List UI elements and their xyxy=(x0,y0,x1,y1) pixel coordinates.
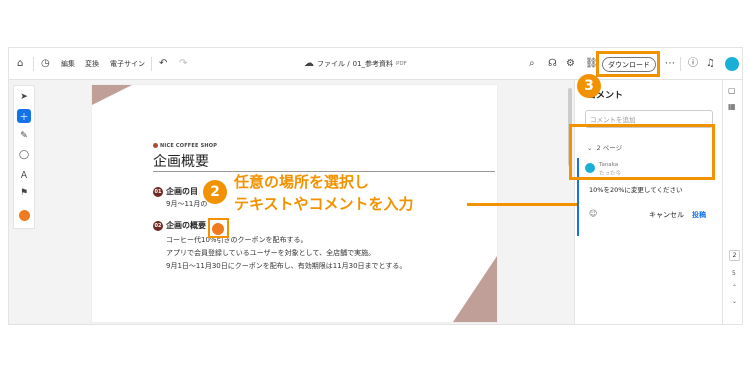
body-text: 9月1日～11月30日にクーポンを配布し、有効期限は11月30日までとする。 xyxy=(166,262,407,270)
edit-label: 編集 xyxy=(61,60,75,68)
download-highlight-box xyxy=(596,51,660,77)
esign-label: 電子サイン xyxy=(110,60,145,68)
decorative-corner-shape xyxy=(453,256,497,322)
step-3-badge: 3 xyxy=(577,74,601,98)
top-toolbar: ⌂ ◷ 編集 変換 電子サイン ↶ ↷ ☁ ファイル / 01_参考資料 PDF… xyxy=(9,48,742,80)
section-number-badge: 01 xyxy=(153,186,163,197)
step-2-badge: 2 xyxy=(203,180,227,204)
clock-icon[interactable]: ◷ xyxy=(41,48,50,80)
decorative-corner-shape xyxy=(92,85,132,105)
comment-text-input[interactable]: 10%を20%に変更してください xyxy=(581,180,715,202)
redo-icon[interactable]: ↷ xyxy=(179,48,187,80)
page-down-icon[interactable]: ⌄ xyxy=(732,298,737,305)
text-box-icon[interactable]: Ａ xyxy=(17,167,31,181)
section-heading: 01 企画の目 xyxy=(153,186,198,197)
convert-menu[interactable]: 変換 xyxy=(85,48,99,80)
breadcrumb-prefix: ファイル / xyxy=(317,60,350,68)
add-comment-icon[interactable]: ＋ xyxy=(17,109,31,123)
left-toolbar: ➤ ＋ ✎ ◯ Ａ ⚑ xyxy=(13,85,35,229)
divider xyxy=(151,57,152,71)
section-heading-text: 企画の概要 xyxy=(166,221,206,230)
undo-icon[interactable]: ↶ xyxy=(159,48,167,80)
select-cursor-icon[interactable]: ➤ xyxy=(17,90,31,104)
current-page-indicator[interactable]: 2 xyxy=(729,250,740,261)
comments-panel: コメント コメントを追加 ⌄ 2 ページ Tanaka たった今 10%を20%… xyxy=(574,80,722,324)
bell-icon[interactable]: ♫ xyxy=(706,48,715,80)
section-heading: 02 企画の概要 xyxy=(153,220,206,231)
file-breadcrumb[interactable]: ☁ ファイル / 01_参考資料 PDF xyxy=(304,48,407,80)
comment-input-highlight-box xyxy=(569,124,715,180)
avatar[interactable] xyxy=(725,57,739,71)
help-icon[interactable]: ⓘ xyxy=(688,48,698,80)
section-heading-text: 企画の目 xyxy=(166,187,198,196)
more-icon[interactable]: ⋯ xyxy=(665,48,675,80)
divider xyxy=(33,57,34,71)
esign-menu[interactable]: 電子サイン xyxy=(110,48,145,80)
pen-icon[interactable]: ✎ xyxy=(17,129,31,143)
logo-mark-icon xyxy=(153,143,158,148)
stamp-icon[interactable]: ⚑ xyxy=(17,186,31,200)
screenshot-stage: ⌂ ◷ 編集 変換 電子サイン ↶ ↷ ☁ ファイル / 01_参考資料 PDF… xyxy=(0,0,750,375)
logo-text: NICE COFFEE SHOP xyxy=(160,143,218,149)
emoji-icon[interactable]: ☺ xyxy=(589,209,597,218)
comments-panel-icon[interactable]: ▢ xyxy=(728,86,736,95)
settings-icon[interactable]: ⚙ xyxy=(566,48,575,80)
thumbnails-icon[interactable]: ▦ xyxy=(728,102,736,111)
right-rail: ▢ ▦ 2 5 ⌃ ⌄ xyxy=(722,80,742,324)
cancel-button[interactable]: キャンセル xyxy=(649,210,684,220)
add-comment-placeholder: コメントを追加 xyxy=(590,116,636,124)
cloud-icon: ☁ xyxy=(304,58,314,69)
headset-icon[interactable]: ☊ xyxy=(548,48,557,80)
home-icon[interactable]: ⌂ xyxy=(17,48,23,80)
divider xyxy=(680,57,681,71)
post-button[interactable]: 投稿 xyxy=(692,210,706,220)
instruction-line-1: 任意の場所を選択し xyxy=(234,173,370,191)
document-title: 企画概要 xyxy=(153,154,209,170)
instruction-line-2: テキストやコメントを入力 xyxy=(234,195,414,213)
body-text: 9月～11月の xyxy=(166,200,208,208)
callout-connector-line xyxy=(467,203,577,206)
lasso-icon[interactable]: ◯ xyxy=(17,148,31,162)
body-text: コーヒー代10%引きのクーポンを配布する。 xyxy=(166,236,308,244)
instruction-callout: 任意の場所を選択し テキストやコメントを入力 xyxy=(234,171,414,215)
shop-logo: NICE COFFEE SHOP xyxy=(153,143,217,149)
body-text: アプリで会員登録しているユーザーを対象として、全店舗で実施。 xyxy=(166,249,376,257)
page-count: 5 xyxy=(732,270,736,277)
file-name: 01_参考資料 xyxy=(352,60,394,68)
file-type-badge: PDF xyxy=(396,61,407,67)
edit-menu[interactable]: 編集 xyxy=(61,48,75,80)
search-icon[interactable]: ⌕ xyxy=(529,48,535,80)
section-number-badge: 02 xyxy=(153,220,163,231)
convert-label: 変換 xyxy=(85,60,99,68)
color-picker-icon[interactable] xyxy=(19,210,30,221)
comment-pin-highlight-box xyxy=(208,218,229,238)
page-up-icon[interactable]: ⌃ xyxy=(732,284,737,291)
